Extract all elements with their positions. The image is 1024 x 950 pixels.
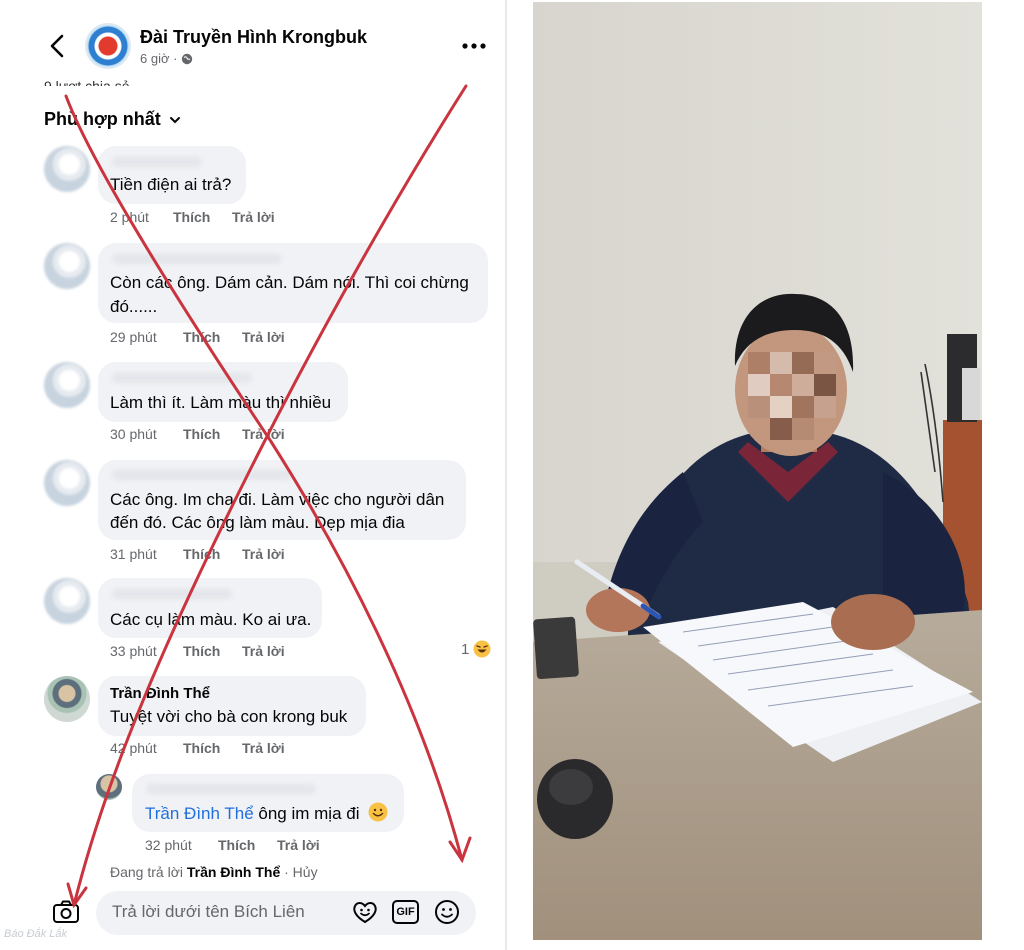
- reply-link[interactable]: Trả lời: [242, 740, 285, 756]
- reply-link[interactable]: Trả lời: [242, 643, 285, 659]
- blurred-commenter-name: [112, 470, 292, 480]
- like-link[interactable]: Thích: [183, 740, 242, 756]
- comment-time: 32 phút: [145, 837, 192, 853]
- sticker-icon[interactable]: [352, 900, 378, 924]
- like-link[interactable]: Thích: [183, 329, 242, 345]
- facebook-comments-screenshot: Đài Truyền Hình Krongbuk 6 giờ · 9 lượt …: [0, 0, 505, 950]
- image-divider: [505, 0, 507, 950]
- photo-man-signing-document: [533, 2, 982, 940]
- like-link[interactable]: Thích: [218, 837, 277, 853]
- smile-emoji-icon: [368, 802, 388, 822]
- like-link[interactable]: Thích: [173, 209, 232, 225]
- cancel-reply-link[interactable]: · Hủy: [280, 864, 317, 880]
- reply-link[interactable]: Trả lời: [232, 209, 275, 225]
- comment-actions: 31 phút Thích Trả lời: [110, 546, 285, 562]
- comment-text-line: Các ông. Im cha đi. Làm việc cho người d…: [110, 490, 445, 509]
- reaction-summary[interactable]: 1: [461, 640, 491, 658]
- blurred-commenter-name: [112, 589, 232, 599]
- left-hand: [586, 588, 650, 632]
- comment-actions: 32 phút Thích Trả lời: [145, 837, 320, 853]
- reply-commenter-avatar[interactable]: [96, 774, 122, 800]
- back-arrow-icon[interactable]: [44, 30, 72, 62]
- gif-label: GIF: [396, 906, 415, 918]
- right-hand: [831, 594, 915, 650]
- chevron-down-icon: [169, 116, 180, 123]
- comment-text-line: đến đó. Các ông làm màu. Dẹp mịa đia: [110, 513, 405, 532]
- more-icon[interactable]: [460, 38, 488, 54]
- globe-icon: [182, 53, 193, 64]
- replying-prefix: Đang trả lời: [110, 864, 187, 880]
- comment-actions: 42 phút Thích Trả lời: [110, 740, 285, 756]
- comment-time: 31 phút: [110, 546, 157, 562]
- commenter-avatar[interactable]: [44, 578, 90, 624]
- comment-input-placeholder: Trả lời dưới tên Bích Liên: [112, 902, 305, 921]
- comment-text-line: đó......: [110, 297, 158, 316]
- comment-time: 29 phút: [110, 329, 157, 345]
- sort-label: Phù hợp nhất: [44, 109, 161, 129]
- comment-text: Các cụ làm màu. Ko ai ưa.: [110, 610, 312, 629]
- replying-to-indicator: Đang trả lời Trần Đình Thể · Hủy: [110, 864, 318, 880]
- blurred-commenter-name: [112, 373, 252, 383]
- computer-case-front: [962, 368, 980, 420]
- comment-text: Tuyệt vời cho bà con krong buk: [110, 707, 348, 726]
- comment-text: Làm thì ít. Làm màu thì nhiều: [110, 393, 332, 412]
- gif-icon[interactable]: GIF: [392, 900, 419, 924]
- replying-to-name: Trần Đình Thể: [186, 864, 281, 880]
- reply-text-body: ông im mịa đi: [253, 804, 360, 823]
- comment-actions: 29 phút Thích Trả lời: [110, 329, 285, 345]
- reply-link[interactable]: Trả lời: [242, 426, 285, 442]
- like-link[interactable]: Thích: [183, 426, 242, 442]
- phone-on-desk: [533, 616, 579, 680]
- comment-actions: 2 phút Thích Trả lời: [110, 209, 275, 225]
- blurred-commenter-name: [112, 254, 282, 264]
- like-link[interactable]: Thích: [183, 546, 242, 562]
- reaction-count: 1: [461, 640, 470, 658]
- photo-scene: [533, 2, 982, 940]
- mouse-highlight: [549, 769, 593, 805]
- haha-reaction-icon: [473, 640, 491, 658]
- comment-time: 42 phút: [110, 740, 157, 756]
- reply-link[interactable]: Trả lời: [242, 329, 285, 345]
- commenter-avatar[interactable]: [44, 362, 90, 408]
- watermark: Báo Đắk Lắk: [4, 928, 67, 940]
- reply-link[interactable]: Trả lời: [277, 837, 320, 853]
- like-link[interactable]: Thích: [183, 643, 242, 659]
- page-name[interactable]: Đài Truyền Hình Krongbuk: [140, 27, 367, 48]
- camera-icon[interactable]: [52, 899, 80, 925]
- commenter-avatar[interactable]: [44, 243, 90, 289]
- blurred-commenter-name: [146, 784, 316, 794]
- comment-time: 33 phút: [110, 643, 157, 659]
- reply-link[interactable]: Trả lời: [242, 546, 285, 562]
- post-time: 6 giờ ·: [140, 51, 193, 66]
- post-time-label: 6 giờ ·: [140, 51, 178, 66]
- commenter-name[interactable]: Trần Đình Thể: [110, 685, 210, 702]
- mention-link[interactable]: Trần Đình Thể: [145, 804, 254, 823]
- comment-sort[interactable]: Phù hợp nhất: [44, 109, 181, 130]
- reply-text: Trần Đình Thể ông im mịa đi: [145, 802, 388, 825]
- shares-count: 9 lượt chia sẻ: [44, 78, 130, 86]
- comment-time: 30 phút: [110, 426, 157, 442]
- blurred-commenter-name: [112, 157, 202, 167]
- page-avatar[interactable]: [85, 23, 131, 69]
- commenter-avatar[interactable]: [44, 676, 90, 722]
- comment-text-line: Còn các ông. Dám cản. Dám nói. Thì coi c…: [110, 273, 469, 292]
- comment-actions: 33 phút Thích Trả lời: [110, 643, 285, 659]
- red-x-arrowhead-left: [448, 836, 472, 864]
- comment-text: Tiền điện ai trả?: [110, 175, 232, 194]
- comment-actions: 30 phút Thích Trả lời: [110, 426, 285, 442]
- comment-time: 2 phút: [110, 209, 149, 225]
- emoji-icon[interactable]: [434, 899, 460, 925]
- commenter-avatar[interactable]: [44, 146, 90, 192]
- commenter-avatar[interactable]: [44, 460, 90, 506]
